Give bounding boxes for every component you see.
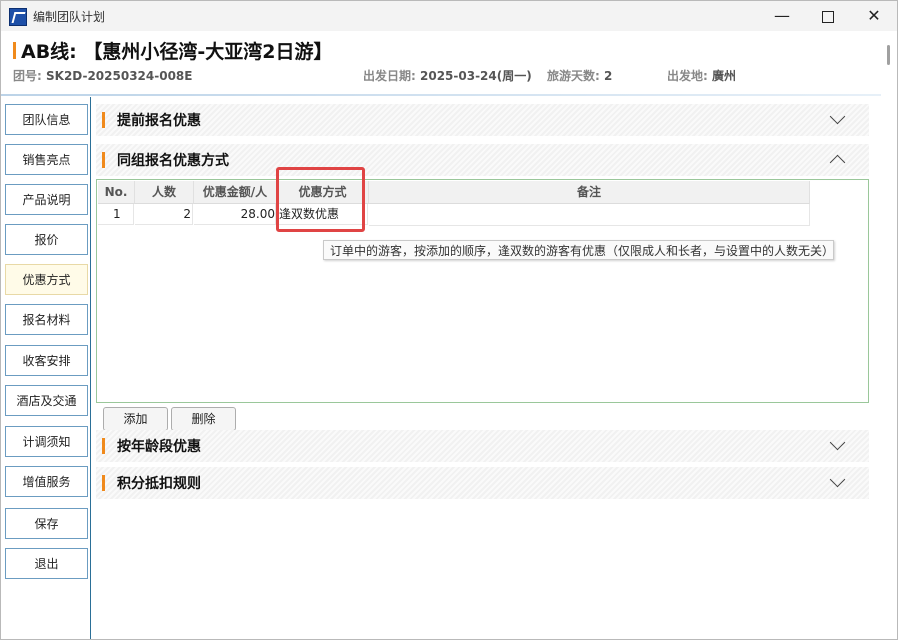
chevron-up-icon[interactable]	[829, 154, 846, 171]
section-title: 按年龄段优惠	[117, 439, 201, 455]
section-group-discount[interactable]: 同组报名优惠方式	[96, 144, 869, 176]
sidebar-item-product-description[interactable]: 产品说明	[5, 184, 88, 215]
plan-header: AB线: 【惠州小径湾-大亚湾2日游】 团号: SK2D-20250324-00…	[1, 31, 881, 97]
chevron-down-icon[interactable]	[829, 434, 846, 451]
window-title: 编制团队计划	[33, 10, 106, 24]
section-title: 同组报名优惠方式	[117, 153, 229, 169]
cell-remark[interactable]	[369, 204, 810, 226]
section-accent-bar	[102, 475, 105, 491]
exit-button[interactable]: 退出	[5, 548, 88, 579]
cell-people[interactable]: 2	[135, 204, 193, 225]
highlight-box	[276, 167, 365, 232]
group-number: 团号: SK2D-20250324-008E	[13, 69, 193, 83]
sidebar-item-value-added[interactable]: 增值服务	[5, 466, 88, 497]
save-button[interactable]: 保存	[5, 508, 88, 539]
sidebar-item-operator-notes[interactable]: 计调须知	[5, 426, 88, 457]
sidebar-item-sales-highlights[interactable]: 销售亮点	[5, 144, 88, 175]
departure-place: 出发地: 廣州	[667, 69, 737, 83]
cell-no[interactable]: 1	[98, 204, 134, 225]
minimize-button[interactable]: —	[759, 1, 805, 31]
title-accent-bar	[13, 42, 16, 59]
close-icon: ✕	[867, 6, 881, 25]
column-header-people[interactable]: 人数	[135, 181, 194, 204]
header-divider	[1, 94, 881, 96]
sidebar-item-discount-method[interactable]: 优惠方式	[5, 264, 88, 295]
add-button[interactable]: 添加	[103, 407, 168, 431]
delete-button[interactable]: 删除	[171, 407, 236, 431]
section-age-discount[interactable]: 按年龄段优惠	[96, 430, 869, 462]
maximize-icon	[822, 10, 834, 23]
chevron-down-icon[interactable]	[829, 108, 846, 125]
tour-days: 旅游天数: 2	[547, 69, 613, 83]
close-button[interactable]: ✕	[851, 1, 897, 31]
sidebar-item-registration-materials[interactable]: 报名材料	[5, 304, 88, 335]
sidebar-item-quotation[interactable]: 报价	[5, 224, 88, 255]
column-header-amount[interactable]: 优惠金额/人	[194, 181, 277, 204]
column-header-no[interactable]: No.	[98, 181, 135, 204]
route-title: AB线: 【惠州小径湾-大亚湾2日游】	[21, 41, 333, 63]
section-title: 积分抵扣规则	[117, 476, 201, 492]
sidebar-nav: 团队信息 销售亮点 产品说明 报价 优惠方式 报名材料 收客安排 酒店及交通 计…	[1, 97, 91, 639]
column-header-remark[interactable]: 备注	[369, 181, 810, 204]
vertical-scrollbar[interactable]	[887, 45, 890, 65]
method-tooltip: 订单中的游客，按添加的顺序，逢双数的游客有优惠（仅限成人和长者，与设置中的人数无…	[323, 240, 834, 260]
title-bar: 编制团队计划 — ✕	[1, 1, 897, 31]
main-window: 编制团队计划 — ✕ AB线: 【惠州小径湾-大亚湾2日游】 团号: SK2D-…	[0, 0, 898, 640]
minimize-icon: —	[774, 6, 790, 25]
discount-table: No. 人数 优惠金额/人 优惠方式 备注 1 2 28.00 逢双数优惠	[98, 181, 810, 226]
section-accent-bar	[102, 152, 105, 168]
section-accent-bar	[102, 438, 105, 454]
discount-grid-panel: No. 人数 优惠金额/人 优惠方式 备注 1 2 28.00 逢双数优惠	[96, 179, 869, 403]
app-icon	[9, 8, 27, 26]
sidebar-item-guest-arrangement[interactable]: 收客安排	[5, 345, 88, 376]
cell-amount[interactable]: 28.00	[194, 204, 276, 225]
section-accent-bar	[102, 112, 105, 128]
maximize-button[interactable]	[805, 1, 851, 31]
section-title: 提前报名优惠	[117, 113, 201, 129]
sidebar-item-team-info[interactable]: 团队信息	[5, 104, 88, 135]
section-points-rules[interactable]: 积分抵扣规则	[96, 467, 869, 499]
section-early-registration[interactable]: 提前报名优惠	[96, 104, 869, 136]
sidebar-item-hotel-transport[interactable]: 酒店及交通	[5, 385, 88, 416]
content-area: 提前报名优惠 同组报名优惠方式 No. 人数 优惠金额/人 优惠方式 备注 1 …	[91, 97, 881, 639]
chevron-down-icon[interactable]	[829, 471, 846, 488]
departure-date: 出发日期: 2025-03-24(周一)	[363, 69, 532, 83]
